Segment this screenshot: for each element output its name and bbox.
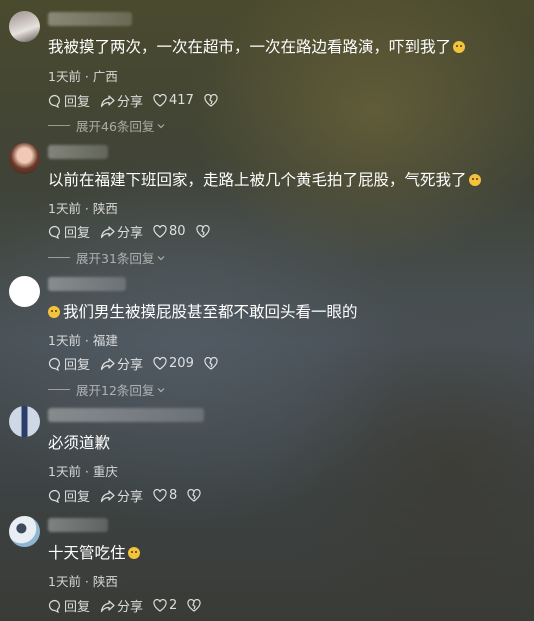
share-button[interactable]: 分享 bbox=[100, 91, 143, 110]
crying-emoji-icon bbox=[48, 306, 60, 318]
chevron-down-icon bbox=[157, 123, 165, 128]
reply-icon bbox=[48, 599, 60, 613]
comment-actions: 回复 分享 417 bbox=[48, 91, 230, 110]
reply-button[interactable]: 回复 bbox=[48, 486, 90, 505]
replies-divider bbox=[48, 257, 70, 258]
like-button[interactable]: 8 bbox=[153, 488, 177, 503]
comment-text: 必须道歉 bbox=[48, 434, 111, 452]
chevron-down-icon bbox=[157, 255, 165, 260]
expand-replies[interactable]: 展开46条回复 bbox=[48, 116, 166, 135]
like-button[interactable]: 209 bbox=[153, 356, 194, 371]
share-button[interactable]: 分享 bbox=[100, 486, 143, 505]
expand-replies[interactable]: 展开12条回复 bbox=[48, 380, 166, 399]
heart-icon bbox=[153, 357, 167, 370]
share-icon bbox=[100, 357, 115, 370]
comment-text: 我被摸了两次，一次在超市，一次在路边看路演，吓到我了 bbox=[48, 37, 466, 57]
expand-replies[interactable]: 展开31条回复 bbox=[48, 248, 166, 267]
crying-emoji-icon bbox=[453, 41, 466, 53]
reply-icon bbox=[48, 357, 60, 371]
avatar[interactable] bbox=[9, 143, 40, 174]
comment-actions: 回复 分享 2 bbox=[48, 596, 213, 615]
username-blurred[interactable] bbox=[48, 145, 108, 159]
share-icon bbox=[100, 94, 115, 107]
replies-divider bbox=[48, 125, 70, 126]
like-button[interactable]: 80 bbox=[153, 224, 186, 239]
share-button[interactable]: 分享 bbox=[100, 222, 143, 241]
dislike-button[interactable] bbox=[195, 225, 212, 238]
like-button[interactable]: 417 bbox=[153, 93, 194, 108]
heart-icon bbox=[153, 599, 167, 612]
share-icon bbox=[100, 599, 115, 612]
laughing-emoji-icon bbox=[127, 547, 140, 559]
comment-text: 以前在福建下班回家，走路上被几个黄毛拍了屁股，气死我了 bbox=[48, 170, 481, 190]
username-blurred[interactable] bbox=[48, 277, 126, 291]
username-blurred[interactable] bbox=[48, 12, 132, 26]
reply-icon bbox=[48, 225, 60, 239]
heart-icon bbox=[153, 489, 167, 502]
heart-icon bbox=[153, 225, 167, 238]
comment-meta: 1天前 · 重庆 bbox=[48, 464, 118, 479]
share-icon bbox=[100, 225, 115, 238]
share-button[interactable]: 分享 bbox=[100, 354, 143, 373]
replies-divider bbox=[48, 389, 70, 390]
angry-emoji-icon bbox=[468, 174, 481, 186]
broken-heart-icon bbox=[204, 357, 218, 370]
comment-actions: 回复 分享 80 bbox=[48, 222, 222, 241]
share-button[interactable]: 分享 bbox=[100, 596, 143, 615]
comment-actions: 回复 分享 209 bbox=[48, 354, 230, 373]
comment-text: 十天管吃住 bbox=[48, 543, 140, 563]
username-blurred[interactable] bbox=[48, 408, 204, 422]
dislike-button[interactable] bbox=[187, 599, 203, 612]
reply-button[interactable]: 回复 bbox=[48, 354, 90, 373]
broken-heart-icon bbox=[204, 94, 218, 107]
broken-heart-icon bbox=[187, 599, 201, 612]
comment-meta: 1天前 · 陕西 bbox=[48, 574, 118, 589]
reply-icon bbox=[48, 489, 60, 503]
comment-meta: 1天前 · 广西 bbox=[48, 69, 118, 84]
comment-meta: 1天前 · 福建 bbox=[48, 333, 118, 348]
reply-button[interactable]: 回复 bbox=[48, 596, 90, 615]
dislike-button[interactable] bbox=[204, 357, 220, 370]
chevron-down-icon bbox=[157, 387, 165, 392]
avatar[interactable] bbox=[9, 516, 40, 547]
comment-text: 我们男生被摸屁股甚至都不敢回头看一眼的 bbox=[48, 302, 358, 322]
share-icon bbox=[100, 489, 115, 502]
comment-actions: 回复 分享 8 bbox=[48, 486, 213, 505]
heart-icon bbox=[153, 94, 167, 107]
avatar[interactable] bbox=[9, 11, 40, 42]
broken-heart-icon bbox=[195, 225, 210, 238]
like-button[interactable]: 2 bbox=[153, 598, 177, 613]
reply-icon bbox=[48, 94, 60, 108]
dislike-button[interactable] bbox=[204, 94, 220, 107]
broken-heart-icon bbox=[187, 489, 201, 502]
reply-button[interactable]: 回复 bbox=[48, 222, 90, 241]
avatar[interactable] bbox=[9, 276, 40, 307]
avatar[interactable] bbox=[9, 406, 40, 437]
reply-button[interactable]: 回复 bbox=[48, 91, 90, 110]
comment-meta: 1天前 · 陕西 bbox=[48, 201, 118, 216]
username-blurred[interactable] bbox=[48, 518, 108, 532]
dislike-button[interactable] bbox=[187, 489, 203, 502]
